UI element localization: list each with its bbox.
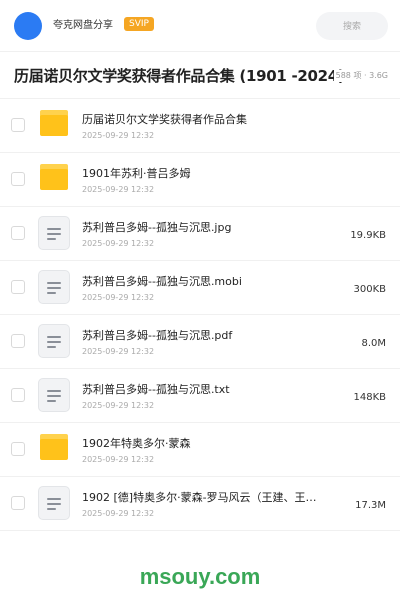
- svip-badge: SVIP: [124, 17, 154, 31]
- folder-title-bar: 历届诺贝尔文学奖获得者作品合集 (1901 -2024) 588 项 · 3.6…: [0, 52, 400, 98]
- watermark-logo: msouy.com: [139, 564, 261, 589]
- item-checkbox[interactable]: [11, 388, 25, 402]
- page-title: 历届诺贝尔文学奖获得者作品合集 (1901 -2024): [14, 67, 345, 85]
- item-name: 苏利普吕多姆--孤独与沉思.jpg: [82, 221, 232, 234]
- share-username: 夸克网盘分享: [53, 20, 113, 31]
- item-size: 8.0M: [361, 338, 386, 349]
- item-date: 2025-09-29 12:32: [82, 401, 155, 410]
- list-item[interactable]: 苏利普吕多姆--孤独与沉思.jpg 2025-09-29 12:32 19.9KB: [0, 207, 400, 261]
- item-date: 2025-09-29 12:32: [82, 347, 155, 356]
- item-date: 2025-09-29 12:32: [82, 131, 155, 140]
- document-icon: [38, 216, 70, 250]
- item-date: 2025-09-29 12:32: [82, 293, 155, 302]
- list-item[interactable]: 1901年苏利·普吕多姆 2025-09-29 12:32: [0, 153, 400, 207]
- folder-icon: [40, 110, 68, 136]
- item-name: 1902年特奥多尔·蒙森: [82, 437, 191, 450]
- item-size: 17.3M: [355, 500, 386, 511]
- item-checkbox[interactable]: [11, 226, 25, 240]
- item-name: 苏利普吕多姆--孤独与沉思.mobi: [82, 275, 242, 288]
- item-checkbox[interactable]: [11, 280, 25, 294]
- item-date: 2025-09-29 12:32: [82, 509, 155, 518]
- list-item[interactable]: 1902年特奥多尔·蒙森 2025-09-29 12:32: [0, 423, 400, 477]
- item-name: 历届诺贝尔文学奖获得者作品合集: [82, 113, 247, 126]
- search-input[interactable]: 搜索: [316, 12, 388, 40]
- item-size: 19.9KB: [350, 230, 386, 241]
- file-list: 历届诺贝尔文学奖获得者作品合集 2025-09-29 12:32 1901年苏利·普…: [0, 98, 400, 531]
- folder-meta: 588 项 · 3.6G: [333, 70, 388, 82]
- item-name: 1902 [德]特奥多尔·蒙森-罗马风云（王建、王…: [82, 491, 317, 504]
- item-date: 2025-09-29 12:32: [82, 185, 155, 194]
- item-name: 苏利普吕多姆--孤独与沉思.pdf: [82, 329, 233, 342]
- item-size: 300KB: [353, 284, 386, 295]
- folder-icon: [40, 434, 68, 460]
- item-size: 148KB: [353, 392, 386, 403]
- item-checkbox[interactable]: [11, 496, 25, 510]
- avatar[interactable]: [14, 12, 42, 40]
- document-icon: [38, 270, 70, 304]
- document-icon: [38, 486, 70, 520]
- list-item[interactable]: 1902 [德]特奥多尔·蒙森-罗马风云（王建、王… 2025-09-29 12:…: [0, 477, 400, 531]
- list-item[interactable]: 苏利普吕多姆--孤独与沉思.txt 2025-09-29 12:32 148KB: [0, 369, 400, 423]
- item-date: 2025-09-29 12:32: [82, 239, 155, 248]
- item-checkbox[interactable]: [11, 442, 25, 456]
- folder-icon: [40, 164, 68, 190]
- item-name: 1901年苏利·普吕多姆: [82, 167, 191, 180]
- list-item[interactable]: 苏利普吕多姆--孤独与沉思.mobi 2025-09-29 12:32 300KB: [0, 261, 400, 315]
- document-icon: [38, 324, 70, 358]
- item-checkbox[interactable]: [11, 334, 25, 348]
- list-item[interactable]: 历届诺贝尔文学奖获得者作品合集 2025-09-29 12:32: [0, 99, 400, 153]
- list-item[interactable]: 苏利普吕多姆--孤独与沉思.pdf 2025-09-29 12:32 8.0M: [0, 315, 400, 369]
- item-name: 苏利普吕多姆--孤独与沉思.txt: [82, 383, 230, 396]
- item-checkbox[interactable]: [11, 172, 25, 186]
- top-header: 夸克网盘分享 SVIP 搜索: [0, 0, 400, 52]
- document-icon: [38, 378, 70, 412]
- item-date: 2025-09-29 12:32: [82, 455, 155, 464]
- item-checkbox[interactable]: [11, 118, 25, 132]
